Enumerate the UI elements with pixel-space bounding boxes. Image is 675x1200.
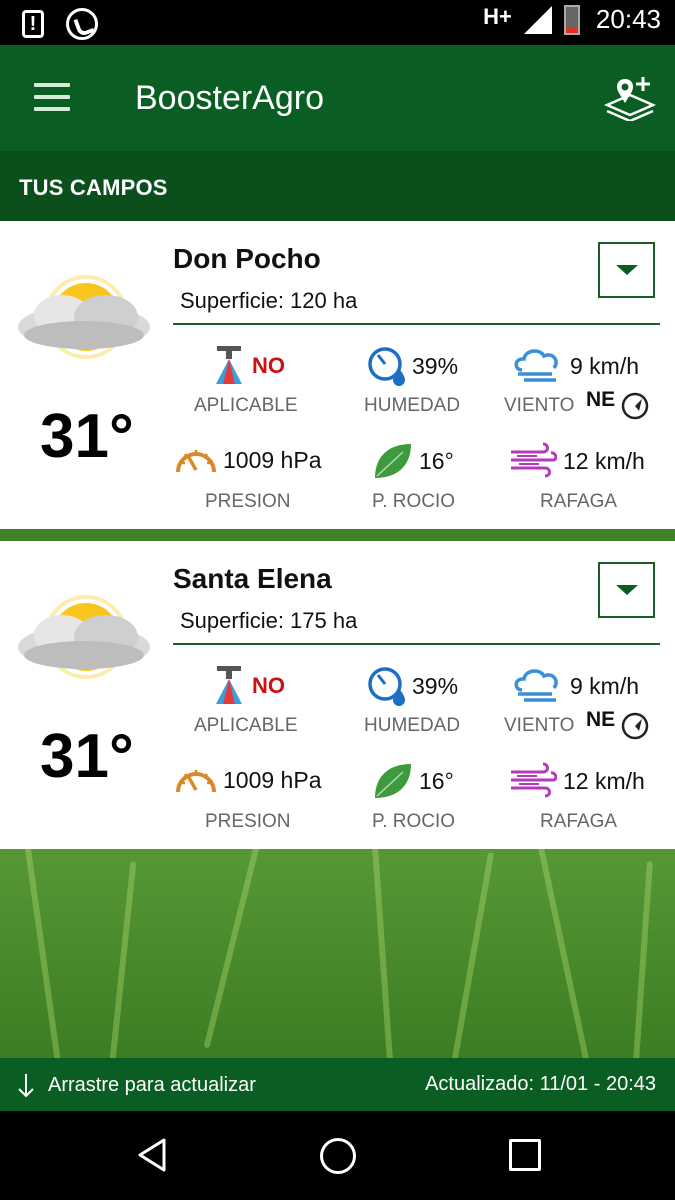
- humedad-metric: 39% HUMEDAD: [364, 666, 460, 736]
- rocio-value: 16°: [419, 767, 454, 794]
- field-card[interactable]: 31° Santa Elena Superficie: 175 ha NO AP…: [0, 541, 675, 849]
- presion-value: 1009 hPa: [223, 446, 322, 473]
- pull-to-refresh-text: Arrastre para actualizar: [48, 1073, 256, 1096]
- network-type: H+: [483, 3, 512, 29]
- rocio-metric: 16° P. ROCIO: [372, 442, 455, 512]
- viento-metric: 9 km/h VIENTO NE: [504, 346, 649, 420]
- wind-cloud-icon: [514, 669, 558, 702]
- humedad-metric: 39% HUMEDAD: [364, 346, 460, 416]
- rocio-label: P. ROCIO: [372, 811, 456, 832]
- section-title: TUS CAMPOS: [0, 151, 675, 221]
- leaf-icon: [375, 444, 411, 478]
- rafaga-metric: 12 km/h RAFAGA: [509, 762, 645, 832]
- aplicable-label: APLICABLE: [194, 715, 298, 736]
- add-location-icon[interactable]: [603, 75, 657, 121]
- last-updated-text: Actualizado: 11/01 - 20:43: [425, 1073, 656, 1095]
- presion-label: PRESION: [205, 491, 291, 512]
- chevron-down-icon: [615, 585, 638, 595]
- gust-wind-icon: [511, 762, 557, 798]
- wind-direction-icon: [621, 712, 649, 740]
- viento-label: VIENTO: [504, 715, 575, 736]
- arrow-down-icon: [18, 1074, 34, 1098]
- sprayer-icon: [216, 666, 242, 704]
- rocio-value: 16°: [419, 447, 454, 474]
- humidity-gauge-icon: [368, 667, 405, 706]
- wind-direction: NE: [586, 708, 616, 731]
- field-name: Don Pocho: [173, 243, 321, 274]
- humedad-label: HUMEDAD: [364, 715, 461, 736]
- field-surface: Superficie: 120 ha: [180, 288, 358, 313]
- rafaga-value: 12 km/h: [563, 767, 645, 794]
- viento-label: VIENTO: [504, 395, 575, 416]
- viento-value: 9 km/h: [570, 672, 640, 699]
- presion-metric: 1009 hPa PRESION: [175, 442, 322, 512]
- temperature: 31°: [40, 402, 134, 471]
- divider: [173, 643, 660, 645]
- divider: [173, 323, 660, 325]
- rafaga-label: RAFAGA: [540, 491, 618, 512]
- wind-direction: NE: [586, 388, 616, 411]
- viento-metric: 9 km/h VIENTO NE: [504, 666, 649, 740]
- rafaga-value: 12 km/h: [563, 447, 645, 474]
- presion-metric: 1009 hPa PRESION: [175, 762, 322, 832]
- chevron-down-icon: [615, 265, 638, 275]
- refresh-footer: Arrastre para actualizar Actualizado: 11…: [0, 1058, 675, 1111]
- aplicable-label: APLICABLE: [194, 395, 298, 416]
- field-surface: Superficie: 175 ha: [180, 608, 358, 633]
- whatsapp-notification-icon: [66, 8, 98, 40]
- clock: 20:43: [595, 4, 661, 34]
- humedad-value: 39%: [412, 672, 459, 699]
- wind-cloud-icon: [514, 349, 558, 382]
- home-icon[interactable]: [320, 1138, 356, 1174]
- navigation-bar: [0, 1111, 675, 1200]
- app-title: BoosterAgro: [135, 79, 324, 117]
- alert-notification-icon: !: [22, 10, 44, 38]
- aplicable-metric: NO APLICABLE: [194, 666, 298, 736]
- hamburger-menu-icon[interactable]: [34, 83, 70, 111]
- partly-cloudy-icon: [18, 275, 150, 359]
- field-card[interactable]: 31° Don Pocho Superficie: 120 ha NO APLI…: [0, 221, 675, 529]
- pressure-gauge-icon: [176, 450, 216, 473]
- rafaga-metric: 12 km/h RAFAGA: [509, 442, 645, 512]
- humedad-label: HUMEDAD: [364, 395, 461, 416]
- wind-direction-icon: [621, 392, 649, 420]
- humidity-gauge-icon: [368, 347, 405, 386]
- sprayer-icon: [216, 346, 242, 384]
- recent-apps-icon[interactable]: [509, 1139, 541, 1171]
- rocio-label: P. ROCIO: [372, 491, 456, 512]
- battery-icon: [563, 4, 580, 35]
- field-name: Santa Elena: [173, 563, 332, 594]
- status-bar: ! H+ 20:43: [0, 0, 675, 45]
- aplicable-metric: NO APLICABLE: [194, 346, 298, 416]
- viento-value: 9 km/h: [570, 352, 640, 379]
- back-icon[interactable]: [136, 1137, 168, 1173]
- humedad-value: 39%: [412, 352, 459, 379]
- aplicable-value: NO: [252, 353, 285, 378]
- aplicable-value: NO: [252, 673, 285, 698]
- temperature: 31°: [40, 722, 134, 791]
- expand-field-button[interactable]: [598, 242, 655, 298]
- presion-value: 1009 hPa: [223, 766, 322, 793]
- leaf-icon: [375, 764, 411, 798]
- rocio-metric: 16° P. ROCIO: [372, 762, 455, 832]
- presion-label: PRESION: [205, 811, 291, 832]
- expand-field-button[interactable]: [598, 562, 655, 618]
- rafaga-label: RAFAGA: [540, 811, 618, 832]
- pressure-gauge-icon: [176, 770, 216, 793]
- gust-wind-icon: [511, 442, 557, 478]
- app-bar: BoosterAgro: [0, 45, 675, 151]
- partly-cloudy-icon: [18, 595, 150, 679]
- signal-icon: [523, 5, 552, 34]
